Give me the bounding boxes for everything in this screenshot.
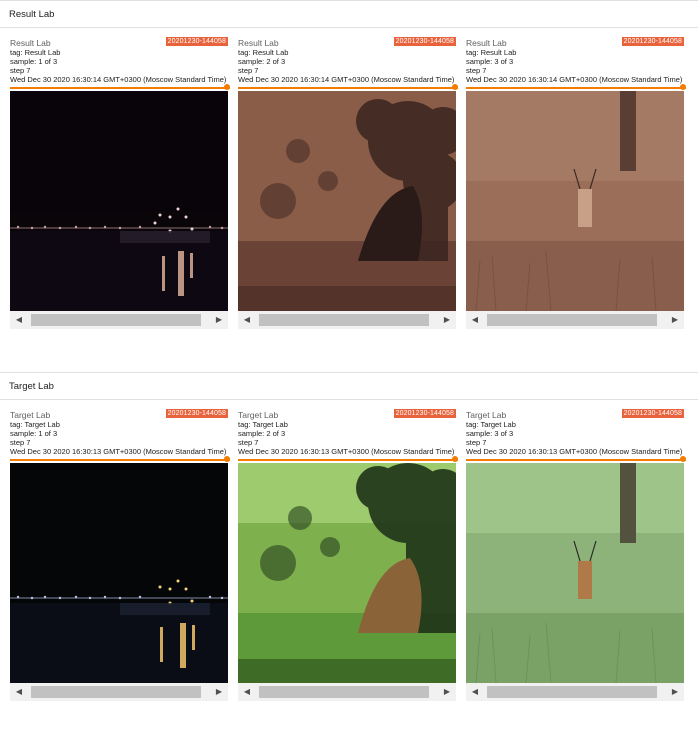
- section-header-target-lab[interactable]: Target Lab: [0, 372, 698, 400]
- horizontal-scrollbar[interactable]: ◀ ▶: [238, 683, 456, 701]
- horizontal-scrollbar[interactable]: ◀ ▶: [466, 683, 684, 701]
- night-harbor-image: [10, 463, 228, 683]
- slider-thumb[interactable]: [452, 456, 458, 462]
- image-frame: [238, 463, 456, 683]
- tag-label: tag: Result Lab: [238, 48, 289, 57]
- scroll-left-arrow-icon[interactable]: ◀: [466, 311, 484, 329]
- scroll-right-arrow-icon[interactable]: ▶: [210, 683, 228, 701]
- horizontal-scrollbar[interactable]: ◀ ▶: [10, 311, 228, 329]
- run-badge: 20201230-144058: [621, 37, 684, 46]
- timestamp-label: Wed Dec 30 2020 16:30:14 GMT+0300 (Mosco…: [466, 75, 683, 84]
- scroll-thumb[interactable]: [259, 686, 429, 698]
- tag-label: tag: Target Lab: [238, 420, 288, 429]
- slider-track: [10, 459, 230, 461]
- step-label: step 7: [238, 66, 259, 75]
- card-title: Result Lab: [466, 38, 507, 48]
- timestamp-label: Wed Dec 30 2020 16:30:13 GMT+0300 (Mosco…: [466, 447, 683, 456]
- image-frame: [466, 91, 684, 311]
- image-frame: [10, 91, 228, 311]
- image-card: Target Lab 20201230-144058 tag: Target L…: [10, 409, 230, 701]
- run-badge: 20201230-144058: [393, 409, 456, 418]
- slider-track: [238, 87, 458, 89]
- slider-track: [10, 87, 230, 89]
- slider-thumb[interactable]: [452, 84, 458, 90]
- image-card: Target Lab 20201230-144058 tag: Target L…: [238, 409, 458, 701]
- image-card: Target Lab 20201230-144058 tag: Target L…: [466, 409, 686, 701]
- target-lab-section: Target Lab Target Lab 20201230-144058 ta…: [0, 372, 698, 722]
- horizontal-scrollbar[interactable]: ◀ ▶: [238, 311, 456, 329]
- slider-track: [466, 87, 686, 89]
- run-badge: 20201230-144058: [393, 37, 456, 46]
- tag-label: tag: Result Lab: [10, 48, 61, 57]
- card-title: Target Lab: [10, 410, 51, 420]
- section-header-result-lab[interactable]: Result Lab: [0, 0, 698, 28]
- sample-label: sample: 2 of 3: [238, 429, 286, 438]
- step-label: step 7: [10, 66, 31, 75]
- lion-sepia-image: [238, 91, 456, 311]
- scroll-right-arrow-icon[interactable]: ▶: [438, 311, 456, 329]
- lion-photo-image: [238, 463, 456, 683]
- timestamp-label: Wed Dec 30 2020 16:30:14 GMT+0300 (Mosco…: [10, 75, 227, 84]
- scroll-left-arrow-icon[interactable]: ◀: [466, 683, 484, 701]
- sample-label: sample: 1 of 3: [10, 429, 58, 438]
- antelope-sepia-image: [466, 91, 684, 311]
- scroll-right-arrow-icon[interactable]: ▶: [210, 311, 228, 329]
- sample-label: sample: 2 of 3: [238, 57, 286, 66]
- horizontal-scrollbar[interactable]: ◀ ▶: [10, 683, 228, 701]
- result-lab-section: Result Lab Result Lab 20201230-144058 ta…: [0, 0, 698, 360]
- slider-thumb[interactable]: [224, 84, 230, 90]
- tag-label: tag: Target Lab: [466, 420, 516, 429]
- step-label: step 7: [238, 438, 259, 447]
- sample-label: sample: 3 of 3: [466, 429, 514, 438]
- tag-label: tag: Target Lab: [10, 420, 60, 429]
- scroll-left-arrow-icon[interactable]: ◀: [238, 683, 256, 701]
- result-lab-cards: Result Lab 20201230-144058 tag: Result L…: [0, 28, 698, 388]
- scroll-right-arrow-icon[interactable]: ▶: [438, 683, 456, 701]
- sample-label: sample: 1 of 3: [10, 57, 58, 66]
- image-card: Result Lab 20201230-144058 tag: Result L…: [238, 37, 458, 329]
- run-badge: 20201230-144058: [165, 409, 228, 418]
- card-title: Result Lab: [238, 38, 279, 48]
- image-frame: [10, 463, 228, 683]
- scroll-left-arrow-icon[interactable]: ◀: [238, 311, 256, 329]
- card-title: Target Lab: [238, 410, 279, 420]
- run-badge: 20201230-144058: [621, 409, 684, 418]
- scroll-thumb[interactable]: [487, 686, 657, 698]
- image-card: Result Lab 20201230-144058 tag: Result L…: [10, 37, 230, 329]
- run-badge: 20201230-144058: [165, 37, 228, 46]
- step-label: step 7: [466, 438, 487, 447]
- card-title: Result Lab: [10, 38, 51, 48]
- scroll-left-arrow-icon[interactable]: ◀: [10, 683, 28, 701]
- scroll-right-arrow-icon[interactable]: ▶: [666, 311, 684, 329]
- timestamp-label: Wed Dec 30 2020 16:30:13 GMT+0300 (Mosco…: [10, 447, 227, 456]
- scroll-thumb[interactable]: [31, 314, 201, 326]
- target-lab-cards: Target Lab 20201230-144058 tag: Target L…: [0, 400, 698, 750]
- timestamp-label: Wed Dec 30 2020 16:30:13 GMT+0300 (Mosco…: [238, 447, 455, 456]
- slider-thumb[interactable]: [680, 456, 686, 462]
- slider-thumb[interactable]: [224, 456, 230, 462]
- step-label: step 7: [10, 438, 31, 447]
- slider-track: [466, 459, 686, 461]
- antelope-photo-image: [466, 463, 684, 683]
- horizontal-scrollbar[interactable]: ◀ ▶: [466, 311, 684, 329]
- scroll-thumb[interactable]: [487, 314, 657, 326]
- step-label: step 7: [466, 66, 487, 75]
- scroll-right-arrow-icon[interactable]: ▶: [666, 683, 684, 701]
- slider-track: [238, 459, 458, 461]
- slider-thumb[interactable]: [680, 84, 686, 90]
- sample-label: sample: 3 of 3: [466, 57, 514, 66]
- timestamp-label: Wed Dec 30 2020 16:30:14 GMT+0300 (Mosco…: [238, 75, 455, 84]
- image-frame: [466, 463, 684, 683]
- night-harbor-image: [10, 91, 228, 311]
- card-title: Target Lab: [466, 410, 507, 420]
- scroll-thumb[interactable]: [259, 314, 429, 326]
- image-card: Result Lab 20201230-144058 tag: Result L…: [466, 37, 686, 329]
- scroll-left-arrow-icon[interactable]: ◀: [10, 311, 28, 329]
- tag-label: tag: Result Lab: [466, 48, 517, 57]
- image-frame: [238, 91, 456, 311]
- scroll-thumb[interactable]: [31, 686, 201, 698]
